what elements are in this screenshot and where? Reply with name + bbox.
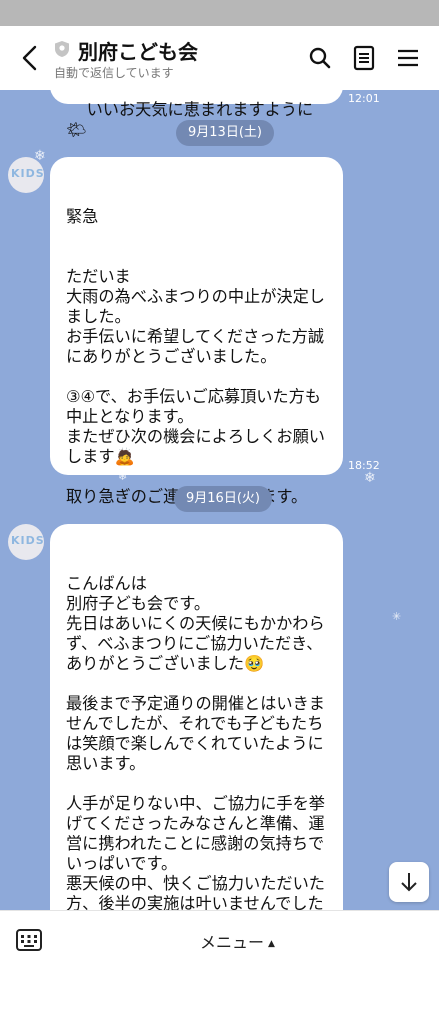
avatar[interactable]: KIDS [8,524,44,560]
message-time: 18:52 [348,459,380,472]
chat-title[interactable]: 別府こども会 [78,36,198,65]
avatar-label: KIDS [11,534,44,547]
message-bubble[interactable]: 緊急 ただいま 大雨の為べふまつりの中止が決定しました。 お手伝いに希望してくだ… [50,157,343,506]
bottom-bar: メニュー ▲ [0,910,439,1025]
avatar[interactable]: KIDS [8,157,44,193]
message-bubble-partial[interactable]: いいお天気に恵まれますように🌤 [50,90,343,139]
chevron-left-icon[interactable] [18,44,42,72]
message-bubble[interactable]: こんばんは 別府子ども会です。 先日はあいにくの天候にもかかわらず、べふまつりに… [50,524,343,910]
message-text: いいお天気に恵まれますように [86,100,314,119]
shield-icon [55,41,69,57]
status-bar [0,0,439,26]
date-separator: 9月13日(土) [176,120,274,146]
chat-header: 別府こども会 自動で返信しています [0,26,439,91]
avatar-label: KIDS [11,167,44,180]
message-text: こんばんは 別府子ども会です。 先日はあいにくの天候にもかかわらず、べふまつりに… [66,574,325,910]
chat-area[interactable]: ❄ ❄ ❄ ✳ いいお天気に恵まれますように🌤 12:01 9月13日(土) K… [0,90,439,910]
menu-toggle[interactable]: メニュー ▲ [200,929,275,953]
search-icon[interactable] [306,44,334,72]
message-time: 12:01 [348,92,380,105]
date-separator: 9月16日(火) [174,486,272,512]
menu-label: メニュー [200,933,265,952]
snowflake-icon: ✳ [392,610,402,623]
arrow-down-icon [401,873,417,892]
hamburger-menu-icon[interactable] [394,44,422,72]
caret-up-icon: ▲ [268,939,275,949]
chat-subtitle: 自動で返信しています [54,66,174,80]
snowflake-icon: ❄ [364,470,376,486]
notes-icon[interactable] [350,44,378,72]
keyboard-icon[interactable] [16,929,42,951]
sun-emoji-icon: 🌤 [66,120,87,139]
message-text: 緊急 ただいま 大雨の為べふまつりの中止が決定しました。 お手伝いに希望してくだ… [66,207,325,506]
scroll-down-button[interactable] [389,862,429,902]
